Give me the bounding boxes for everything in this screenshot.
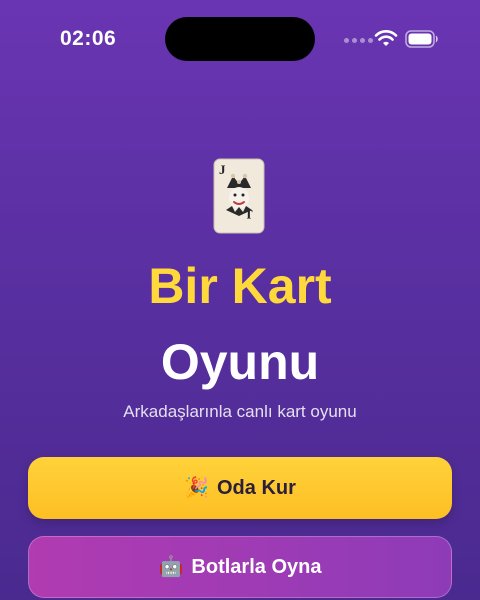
play-with-bots-button[interactable]: 🤖 Botlarla Oyna bbox=[28, 536, 452, 598]
robot-icon: 🤖 bbox=[158, 556, 184, 578]
battery-icon bbox=[405, 30, 438, 48]
svg-text:J: J bbox=[219, 162, 226, 177]
title-line-2: Oyunu bbox=[160, 334, 320, 390]
status-bar: 02:06 bbox=[0, 0, 480, 80]
wifi-icon bbox=[374, 30, 398, 46]
create-room-button[interactable]: 🎉 Oda Kur bbox=[28, 457, 452, 519]
title-line-1: Bir Kart bbox=[148, 258, 332, 314]
party-popper-icon: 🎉 bbox=[184, 477, 209, 499]
create-room-label: Oda Kur bbox=[217, 476, 296, 499]
subtitle: Arkadaşlarınla canlı kart oyunu bbox=[123, 402, 357, 421]
cellular-signal-icon bbox=[344, 38, 373, 43]
play-with-bots-label: Botlarla Oyna bbox=[191, 555, 322, 578]
joker-card-icon: J J bbox=[213, 158, 265, 234]
status-time: 02:06 bbox=[60, 27, 117, 50]
dynamic-island bbox=[165, 17, 315, 61]
